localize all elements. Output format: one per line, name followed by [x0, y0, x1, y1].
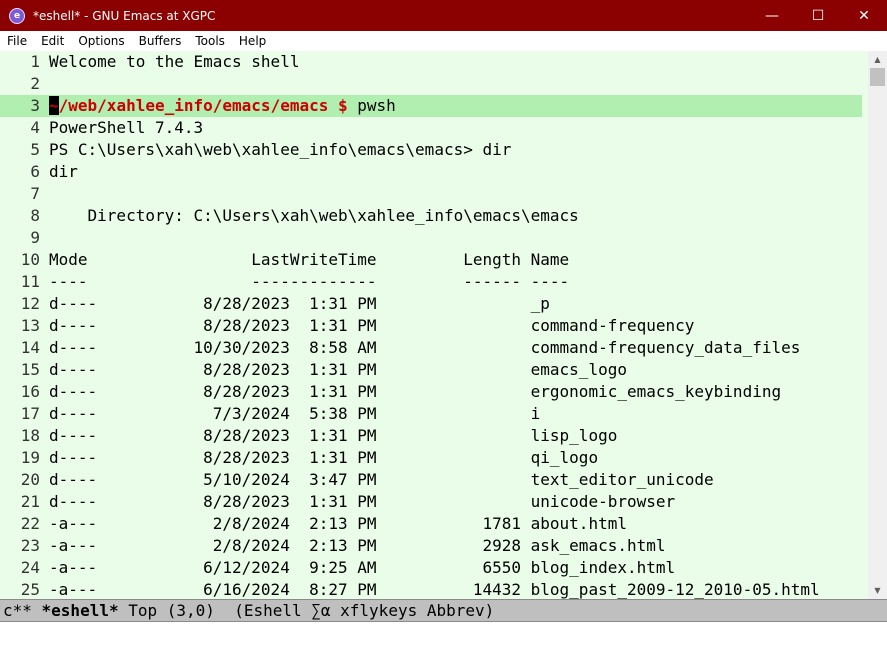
buffer-line: 22 -a--- 2/8/2024 2:13 PM 1781 about.html [0, 513, 862, 535]
line-number: 9 [30, 228, 40, 247]
line-number: 11 [20, 272, 40, 291]
buffer-line: 6 dir [0, 161, 862, 183]
line-text: dir [49, 162, 78, 181]
line-text: d---- 8/28/2023 1:31 PM emacs_logo [49, 360, 627, 379]
vertical-scrollbar[interactable]: ▲ ▼ [868, 51, 887, 599]
line-number: 24 [20, 558, 40, 577]
line-number: 22 [20, 514, 40, 533]
line-number: 25 [20, 580, 40, 599]
menu-bar: File Edit Options Buffers Tools Help [0, 31, 887, 51]
buffer-line: 2 [0, 73, 862, 95]
line-number: 19 [20, 448, 40, 467]
buffer-line: 7 [0, 183, 862, 205]
menu-tools[interactable]: Tools [188, 34, 232, 48]
close-button[interactable]: ✕ [841, 0, 887, 31]
modeline-buffer-name[interactable]: *eshell* [42, 601, 119, 620]
line-number: 2 [30, 74, 40, 93]
line-text: -a--- 6/12/2024 9:25 AM 6550 blog_index.… [49, 558, 676, 577]
line-text: ~/web/xahlee_info/emacs/emacs $ pwsh [49, 95, 396, 117]
line-number: 15 [20, 360, 40, 379]
line-number: 14 [20, 338, 40, 357]
scroll-down-arrow-icon[interactable]: ▼ [868, 582, 887, 599]
minibuffer[interactable] [0, 622, 887, 645]
current-line: 3 ~/web/xahlee_info/emacs/emacs $ pwsh [0, 95, 862, 117]
buffer-line: 20 d---- 5/10/2024 3:47 PM text_editor_un… [0, 469, 862, 491]
line-text: -a--- 2/8/2024 2:13 PM 2928 ask_emacs.ht… [49, 536, 666, 555]
buffer-line: 21 d---- 8/28/2023 1:31 PM unicode-browse… [0, 491, 862, 513]
mode-line: c** *eshell* Top (3,0) (Eshell ∑α xflyke… [0, 599, 887, 622]
buffer-line: 24 -a--- 6/12/2024 9:25 AM 6550 blog_inde… [0, 557, 862, 579]
line-number: 23 [20, 536, 40, 555]
line-number: 12 [20, 294, 40, 313]
line-number: 20 [20, 470, 40, 489]
line-number: 3 [30, 96, 40, 115]
line-number: 1 [30, 52, 40, 71]
buffer-line: 13 d---- 8/28/2023 1:31 PM command-freque… [0, 315, 862, 337]
modeline-status: c** [3, 601, 42, 620]
line-text: Mode LastWriteTime Length Name [49, 250, 570, 269]
buffer-line: 4 PowerShell 7.4.3 [0, 117, 862, 139]
line-text: d---- 8/28/2023 1:31 PM _p [49, 294, 550, 313]
buffer-line: 14 d---- 10/30/2023 8:58 AM command-frequ… [0, 337, 862, 359]
buffer-line: 23 -a--- 2/8/2024 2:13 PM 2928 ask_emacs.… [0, 535, 862, 557]
line-text: d---- 10/30/2023 8:58 AM command-frequen… [49, 338, 801, 357]
eshell-prompt: /web/xahlee_info/emacs/emacs $ [58, 96, 348, 115]
buffer-line: 11 ---- ------------- ------ ---- [0, 271, 862, 293]
menu-options[interactable]: Options [71, 34, 131, 48]
line-text: -a--- 6/16/2024 8:27 PM 14432 blog_past_… [49, 580, 820, 599]
scrollbar-thumb[interactable] [870, 68, 885, 86]
buffer-line: 18 d---- 8/28/2023 1:31 PM lisp_logo [0, 425, 862, 447]
line-number: 18 [20, 426, 40, 445]
buffer-line: 19 d---- 8/28/2023 1:31 PM qi_logo [0, 447, 862, 469]
buffer-line: 8 Directory: C:\Users\xah\web\xahlee_inf… [0, 205, 862, 227]
line-text: d---- 8/28/2023 1:31 PM lisp_logo [49, 426, 618, 445]
line-number: 5 [30, 140, 40, 159]
buffer-line: 15 d---- 8/28/2023 1:31 PM emacs_logo [0, 359, 862, 381]
line-number: 6 [30, 162, 40, 181]
line-number: 4 [30, 118, 40, 137]
buffer-line: 16 d---- 8/28/2023 1:31 PM ergonomic_emac… [0, 381, 862, 403]
buffer-line: 5 PS C:\Users\xah\web\xahlee_info\emacs\e… [0, 139, 862, 161]
line-text: -a--- 2/8/2024 2:13 PM 1781 about.html [49, 514, 627, 533]
line-text: Welcome to the Emacs shell [49, 52, 300, 71]
line-number: 8 [30, 206, 40, 225]
window-title: *eshell* - GNU Emacs at XGPC [33, 8, 216, 23]
minimize-button[interactable]: — [749, 0, 795, 31]
line-text: d---- 7/3/2024 5:38 PM i [49, 404, 541, 423]
line-text: d---- 5/10/2024 3:47 PM text_editor_unic… [49, 470, 714, 489]
emacs-icon: e [9, 7, 25, 24]
line-number: 7 [30, 184, 40, 203]
line-text: d---- 8/28/2023 1:31 PM qi_logo [49, 448, 599, 467]
text-cursor: ~ [49, 96, 59, 115]
line-number: 13 [20, 316, 40, 335]
menu-help[interactable]: Help [232, 34, 273, 48]
line-text: d---- 8/28/2023 1:31 PM command-frequenc… [49, 316, 695, 335]
title-bar: e *eshell* - GNU Emacs at XGPC — ☐ ✕ [0, 0, 887, 31]
buffer-line: 12 d---- 8/28/2023 1:31 PM _p [0, 293, 862, 315]
eshell-buffer[interactable]: 1 Welcome to the Emacs shell 2 3 ~/web/xahle… [0, 51, 868, 599]
buffer-line: 1 Welcome to the Emacs shell [0, 51, 862, 73]
command-input[interactable]: pwsh [348, 96, 396, 115]
line-number: 21 [20, 492, 40, 511]
line-text: Directory: C:\Users\xah\web\xahlee_info\… [49, 206, 579, 225]
line-number: 16 [20, 382, 40, 401]
modeline-info: Top (3,0) (Eshell ∑α xflykeys Abbrev) [118, 601, 495, 620]
line-text: d---- 8/28/2023 1:31 PM ergonomic_emacs_… [49, 382, 782, 401]
line-text: PowerShell 7.4.3 [49, 118, 204, 137]
buffer-line: 25 -a--- 6/16/2024 8:27 PM 14432 blog_pas… [0, 579, 862, 599]
line-number: 10 [20, 250, 40, 269]
maximize-button[interactable]: ☐ [795, 0, 841, 31]
line-text: d---- 8/28/2023 1:31 PM unicode-browser [49, 492, 676, 511]
line-text: PS C:\Users\xah\web\xahlee_info\emacs\em… [49, 140, 512, 159]
buffer-line: 17 d---- 7/3/2024 5:38 PM i [0, 403, 862, 425]
menu-edit[interactable]: Edit [34, 34, 71, 48]
menu-file[interactable]: File [0, 34, 34, 48]
menu-buffers[interactable]: Buffers [132, 34, 189, 48]
scroll-up-arrow-icon[interactable]: ▲ [868, 51, 887, 68]
line-text: ---- ------------- ------ ---- [49, 272, 570, 291]
line-number: 17 [20, 404, 40, 423]
buffer-line: 9 [0, 227, 862, 249]
buffer-line: 10 Mode LastWriteTime Length Name [0, 249, 862, 271]
